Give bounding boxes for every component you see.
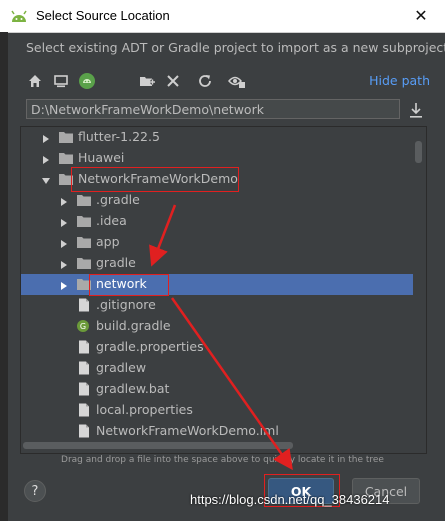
file-icon (76, 298, 92, 312)
home-icon[interactable] (26, 72, 44, 90)
horizontal-scroll-thumb[interactable] (23, 442, 293, 449)
folder-icon (58, 151, 74, 165)
window-title: Select Source Location (36, 8, 170, 23)
gradle-file-icon: G (76, 319, 92, 333)
chevron-right-icon[interactable] (59, 195, 69, 206)
title-bar: Select Source Location ✕ (0, 0, 445, 33)
annotation-box-project (71, 167, 239, 192)
annotation-box-network (89, 274, 169, 296)
file-icon (76, 340, 92, 354)
tree-row[interactable]: .gitignore (21, 295, 413, 316)
tree-row-label: gradlew.bat (96, 381, 170, 396)
watermark-text: https://blog.csdn.net/qq_38436214 (190, 492, 390, 507)
toolbar: Hide path (26, 70, 430, 92)
chevron-right-icon[interactable] (59, 279, 69, 290)
help-button[interactable]: ? (24, 480, 46, 502)
tree-row[interactable]: Gbuild.gradle (21, 316, 413, 337)
tree-row-label: gradle (96, 255, 136, 270)
file-icon (76, 403, 92, 417)
tree-row-label: gradlew (96, 360, 147, 375)
folder-icon (76, 256, 92, 270)
svg-text:G: G (80, 322, 86, 331)
tree-row-label: build.gradle (96, 318, 171, 333)
tree-row-label: .idea (96, 213, 127, 228)
tree-row-label: NetworkFrameWorkDemo.iml (96, 423, 279, 438)
vertical-scroll-thumb[interactable] (415, 141, 422, 163)
tree-row-label: .gitignore (96, 297, 156, 312)
tree-row[interactable]: local.properties (21, 400, 413, 421)
tree-row-label: flutter-1.22.5 (78, 129, 160, 144)
chevron-right-icon[interactable] (59, 216, 69, 227)
tree-row[interactable]: gradlew (21, 358, 413, 379)
description-text: Select existing ADT or Gradle project to… (26, 40, 445, 55)
download-icon[interactable] (408, 101, 424, 119)
tree-row-label: gradle.properties (96, 339, 204, 354)
folder-icon (58, 130, 74, 144)
file-icon (76, 361, 92, 375)
folder-icon (76, 235, 92, 249)
new-folder-icon[interactable] (138, 72, 156, 90)
tree-row[interactable]: flutter-1.22.5 (21, 127, 413, 148)
show-hidden-icon[interactable] (228, 72, 246, 90)
folder-icon (76, 193, 92, 207)
desktop-icon[interactable] (52, 72, 70, 90)
tree-row-label: local.properties (96, 402, 193, 417)
tree-row[interactable]: app (21, 232, 413, 253)
android-project-icon[interactable] (78, 72, 96, 90)
background-strip (0, 32, 8, 521)
horizontal-scrollbar[interactable] (21, 439, 413, 451)
tree-row[interactable]: .gradle (21, 190, 413, 211)
tree-row-label: app (96, 234, 120, 249)
path-input[interactable]: D:\NetworkFrameWorkDemo\network (26, 99, 400, 119)
tree-row[interactable]: gradlew.bat (21, 379, 413, 400)
tree-row-label: .gradle (96, 192, 140, 207)
tree-row[interactable]: .idea (21, 211, 413, 232)
tree-row[interactable]: Huawei (21, 148, 413, 169)
delete-icon[interactable] (164, 72, 182, 90)
file-icon (76, 382, 92, 396)
chevron-right-icon[interactable] (59, 237, 69, 248)
hide-path-link[interactable]: Hide path (369, 73, 430, 88)
tree-row-label: Huawei (78, 150, 125, 165)
tree-row[interactable]: gradle.properties (21, 337, 413, 358)
chevron-right-icon[interactable] (59, 258, 69, 269)
vertical-scrollbar[interactable] (413, 127, 425, 439)
drag-drop-hint: Drag and drop a file into the space abov… (61, 455, 384, 465)
chevron-right-icon[interactable] (41, 153, 51, 164)
refresh-icon[interactable] (196, 72, 214, 90)
chevron-down-icon[interactable] (41, 174, 51, 184)
close-icon[interactable]: ✕ (409, 4, 433, 28)
chevron-right-icon[interactable] (41, 132, 51, 143)
android-icon (11, 10, 27, 22)
tree-row[interactable]: network (21, 274, 413, 295)
folder-icon (76, 214, 92, 228)
tree-row[interactable]: gradle (21, 253, 413, 274)
file-icon (76, 424, 92, 438)
